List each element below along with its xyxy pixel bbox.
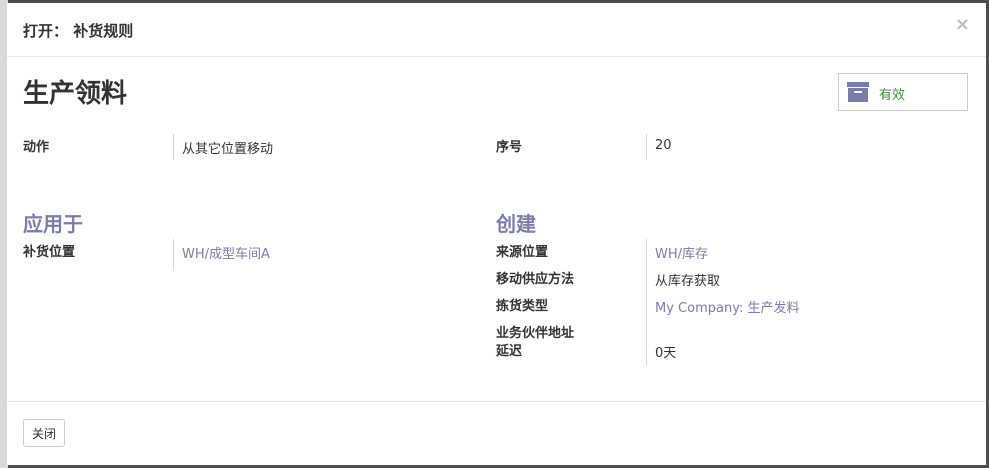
field-divider	[173, 134, 174, 160]
close-button[interactable]: 关闭	[23, 419, 66, 447]
sequence-label: 序号	[496, 140, 523, 155]
replenish-rule-dialog: 打开： 补货规则 × 生产领料 有效 动作 从其它位置移动 序号 20 应用于 …	[7, 3, 986, 465]
delay-label: 延迟	[496, 344, 523, 359]
delay-value: 0天	[655, 346, 677, 361]
active-toggle-button[interactable]: 有效	[838, 73, 968, 111]
record-name: 生产领料	[23, 79, 128, 109]
action-label: 动作	[23, 140, 50, 155]
section-title-create: 创建	[496, 212, 536, 236]
close-icon[interactable]: ×	[955, 15, 970, 35]
picking-type-link[interactable]: My Company: 生产发料	[655, 297, 799, 316]
field-divider	[646, 239, 647, 366]
active-toggle-label: 有效	[879, 88, 906, 103]
sequence-value: 20	[655, 138, 672, 153]
field-divider	[646, 134, 647, 160]
partner-address-label: 业务伙伴地址	[496, 326, 575, 341]
dialog-title: 打开： 补货规则	[23, 22, 134, 40]
dialog-footer: 关闭	[7, 401, 986, 465]
field-divider	[173, 239, 174, 271]
replenish-location-link[interactable]: WH/成型车间A	[182, 243, 270, 262]
source-location-label: 来源位置	[496, 245, 549, 260]
procure-method-value: 从库存获取	[655, 274, 721, 289]
procure-method-label: 移动供应方法	[496, 272, 575, 287]
dialog-header: 打开： 补货规则 ×	[7, 3, 986, 57]
picking-type-label: 拣货类型	[496, 299, 549, 314]
action-value: 从其它位置移动	[182, 142, 274, 157]
replenish-location-label: 补货位置	[23, 245, 76, 260]
section-title-applies-to: 应用于	[23, 212, 83, 236]
source-location-link[interactable]: WH/库存	[655, 243, 708, 262]
archive-box-icon	[847, 82, 869, 102]
